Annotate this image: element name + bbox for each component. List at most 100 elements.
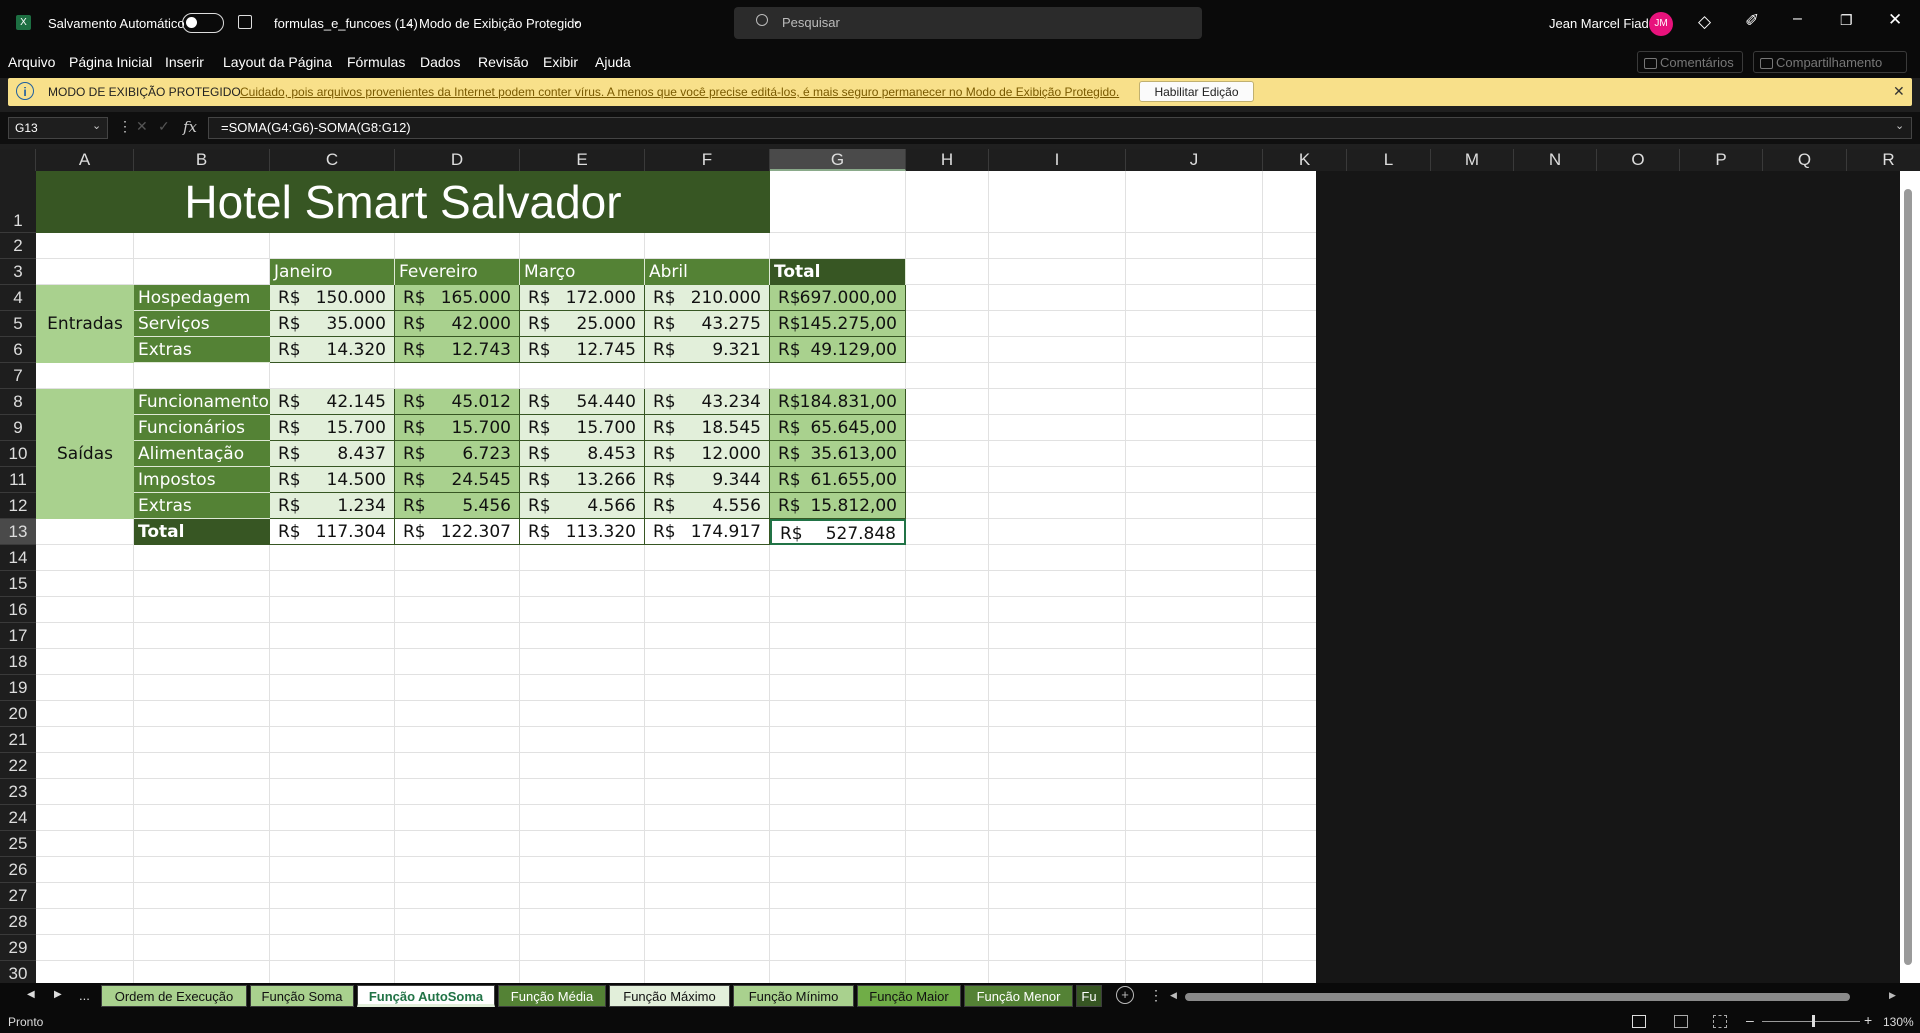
column-header-m[interactable]: M: [1431, 149, 1514, 171]
spreadsheet-grid[interactable]: A B C D E F G H I J K L M N O P Q R 1 2 3 4 5 6 7 8 9 10 11 12 13 14 15 1…: [0, 149, 1920, 983]
row-label[interactable]: Funcionamento: [134, 389, 270, 415]
save-icon[interactable]: [238, 15, 252, 29]
value-cell[interactable]: R$ 15.812,00: [770, 493, 906, 519]
page-layout-view-icon[interactable]: [1674, 1015, 1688, 1028]
row-header-2[interactable]: 2: [0, 233, 36, 259]
value-cell[interactable]: R$ 49.129,00: [770, 337, 906, 363]
search-box[interactable]: Pesquisar: [734, 7, 1202, 39]
row-label[interactable]: Serviços: [134, 311, 270, 337]
column-header-e[interactable]: E: [520, 149, 645, 171]
value-cell[interactable]: R$ 4.556: [645, 493, 770, 519]
enable-editing-button[interactable]: Habilitar Edição: [1139, 81, 1254, 102]
row-header-11[interactable]: 11: [0, 467, 36, 493]
value-cell[interactable]: R$ 12.743: [395, 337, 520, 363]
column-header-o[interactable]: O: [1597, 149, 1680, 171]
page-break-view-icon[interactable]: [1713, 1015, 1727, 1028]
row-header-20[interactable]: 20: [0, 701, 36, 727]
row-header-5[interactable]: 5: [0, 311, 36, 337]
row-label[interactable]: Extras: [134, 493, 270, 519]
menu-layout[interactable]: Layout da Página: [223, 54, 332, 70]
section-entradas[interactable]: Entradas: [36, 285, 134, 363]
value-cell[interactable]: R$ 184.831,00: [770, 389, 906, 415]
value-cell[interactable]: R$ 9.321: [645, 337, 770, 363]
value-cell[interactable]: R$ 65.645,00: [770, 415, 906, 441]
value-cell[interactable]: R$ 43.275: [645, 311, 770, 337]
column-header-f[interactable]: F: [645, 149, 770, 171]
menu-revisao[interactable]: Revisão: [478, 54, 529, 70]
value-cell[interactable]: R$ 13.266: [520, 467, 645, 493]
row-label[interactable]: Hospedagem: [134, 285, 270, 311]
value-cell[interactable]: R$ 172.000: [520, 285, 645, 311]
normal-view-icon[interactable]: [1632, 1015, 1646, 1028]
pen-icon[interactable]: ✐: [1745, 11, 1759, 31]
row-header-10[interactable]: 10: [0, 441, 36, 467]
value-cell[interactable]: R$ 14.320: [270, 337, 395, 363]
close-icon[interactable]: ✕: [1888, 10, 1902, 30]
zoom-slider-thumb[interactable]: [1812, 1015, 1815, 1027]
selected-cell-g13[interactable]: R$ 527.848: [770, 519, 906, 545]
column-header-r[interactable]: R: [1847, 149, 1920, 171]
total-cell[interactable]: R$ 113.320: [520, 519, 645, 545]
minimize-icon[interactable]: –: [1793, 10, 1802, 28]
column-header-c[interactable]: C: [270, 149, 395, 171]
confirm-entry-icon[interactable]: ✓: [158, 118, 170, 135]
menu-exibir[interactable]: Exibir: [543, 54, 578, 70]
sheet-tab-1[interactable]: Função Soma: [250, 985, 354, 1007]
sheet-tab-3[interactable]: Função Média: [498, 985, 606, 1007]
column-header-l[interactable]: L: [1347, 149, 1431, 171]
row-label[interactable]: Impostos: [134, 467, 270, 493]
close-protected-bar-icon[interactable]: ✕: [1893, 83, 1905, 100]
month-header-4[interactable]: Total: [770, 259, 906, 285]
tab-options-icon[interactable]: ⋮: [1149, 987, 1163, 1004]
row-header-9[interactable]: 9: [0, 415, 36, 441]
row-header-16[interactable]: 16: [0, 597, 36, 623]
row-header-26[interactable]: 26: [0, 857, 36, 883]
value-cell[interactable]: R$ 5.456: [395, 493, 520, 519]
value-cell[interactable]: R$ 54.440: [520, 389, 645, 415]
value-cell[interactable]: R$ 35.613,00: [770, 441, 906, 467]
value-cell[interactable]: R$ 8.453: [520, 441, 645, 467]
value-cell[interactable]: R$ 6.723: [395, 441, 520, 467]
column-header-h[interactable]: H: [906, 149, 989, 171]
zoom-slider[interactable]: [1762, 1021, 1860, 1022]
row-header-13[interactable]: 13: [0, 519, 36, 545]
avatar[interactable]: JM: [1649, 12, 1673, 36]
column-header-j[interactable]: J: [1126, 149, 1263, 171]
insert-function-icon[interactable]: fx: [183, 118, 197, 136]
value-cell[interactable]: R$ 42.145: [270, 389, 395, 415]
month-header-0[interactable]: Janeiro: [270, 259, 395, 285]
value-cell[interactable]: R$ 45.012: [395, 389, 520, 415]
zoom-in-icon[interactable]: +: [1864, 1012, 1872, 1028]
row-header-22[interactable]: 22: [0, 753, 36, 779]
row-header-24[interactable]: 24: [0, 805, 36, 831]
column-header-n[interactable]: N: [1514, 149, 1597, 171]
value-cell[interactable]: R$ 8.437: [270, 441, 395, 467]
autosave-toggle[interactable]: [182, 13, 224, 33]
month-header-3[interactable]: Abril: [645, 259, 770, 285]
sheet-tab-7[interactable]: Função Menor: [964, 985, 1073, 1007]
row-header-17[interactable]: 17: [0, 623, 36, 649]
menu-pagina-inicial[interactable]: Página Inicial: [69, 54, 152, 70]
total-label[interactable]: Total: [134, 519, 270, 545]
hscroll-right-icon[interactable]: ▶: [1889, 990, 1896, 1001]
select-all-corner[interactable]: [0, 149, 36, 171]
value-cell[interactable]: R$ 15.700: [270, 415, 395, 441]
value-cell[interactable]: R$ 14.500: [270, 467, 395, 493]
value-cell[interactable]: R$ 15.700: [520, 415, 645, 441]
menu-dados[interactable]: Dados: [420, 54, 460, 70]
expand-formula-icon[interactable]: ⌄: [1895, 119, 1904, 132]
tab-more-left[interactable]: ...: [79, 988, 90, 1003]
column-header-p[interactable]: P: [1680, 149, 1763, 171]
total-cell[interactable]: R$ 117.304: [270, 519, 395, 545]
menu-inserir[interactable]: Inserir: [165, 54, 204, 70]
row-header-6[interactable]: 6: [0, 337, 36, 363]
protected-view-message[interactable]: Cuidado, pois arquivos provenientes da I…: [240, 85, 1119, 99]
value-cell[interactable]: R$ 145.275,00: [770, 311, 906, 337]
row-header-14[interactable]: 14: [0, 545, 36, 571]
row-header-27[interactable]: 27: [0, 883, 36, 909]
sheet-tab-2[interactable]: Função AutoSoma: [357, 985, 495, 1007]
row-header-12[interactable]: 12: [0, 493, 36, 519]
more-options-icon[interactable]: ⋮: [118, 118, 132, 135]
month-header-2[interactable]: Março: [520, 259, 645, 285]
chevron-down-icon[interactable]: ⌄: [572, 14, 581, 27]
